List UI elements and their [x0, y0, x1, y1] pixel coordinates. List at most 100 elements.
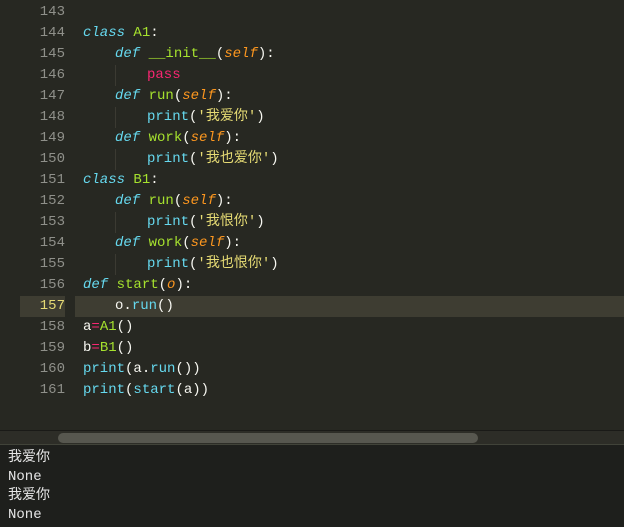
token-kw: def: [83, 277, 108, 293]
token-pn: :: [150, 25, 158, 41]
token-kw: def: [115, 193, 140, 209]
token-fn: run: [149, 88, 174, 104]
token-call: print: [83, 382, 125, 398]
token-str: '我也爱你': [197, 151, 270, 167]
token-fn: work: [149, 130, 183, 146]
code-line[interactable]: def run(self):: [75, 86, 624, 107]
token-pn: :: [224, 88, 232, 104]
line-number: 143: [20, 2, 65, 23]
line-number: 149: [20, 128, 65, 149]
token-call: start: [133, 382, 175, 398]
token-pn: ): [216, 88, 224, 104]
token-cls: B1: [133, 172, 150, 188]
line-number: 156: [20, 275, 65, 296]
code-line[interactable]: def work(self):: [75, 233, 624, 254]
code-line[interactable]: print('我爱你'): [75, 107, 624, 128]
code-line[interactable]: def start(o):: [75, 275, 624, 296]
token-fn: work: [149, 235, 183, 251]
token-op: =: [91, 340, 99, 356]
line-number: 155: [20, 254, 65, 275]
token-str: '我也恨你': [197, 256, 270, 272]
token-pn: (: [117, 340, 125, 356]
output-line: None: [8, 506, 616, 525]
token-str: '我爱你': [197, 109, 256, 125]
line-number: 153: [20, 212, 65, 233]
token-prm: self: [191, 130, 225, 146]
token-pn: [140, 235, 148, 251]
line-number: 152: [20, 191, 65, 212]
token-pn: ): [175, 277, 183, 293]
token-kw: def: [115, 130, 140, 146]
build-output-panel[interactable]: 我爱你None我爱你None[Finished in 0.2s]: [0, 444, 624, 527]
line-number: 154: [20, 233, 65, 254]
horizontal-scrollbar-thumb[interactable]: [58, 433, 478, 443]
token-pn: ): [216, 193, 224, 209]
token-dot: .: [123, 298, 131, 314]
code-line[interactable]: print('我也恨你'): [75, 254, 624, 275]
code-line[interactable]: class B1:: [75, 170, 624, 191]
line-number: 161: [20, 380, 65, 401]
token-pn: ): [192, 361, 200, 377]
token-pn: [140, 46, 148, 62]
output-line: 我爱你: [8, 487, 616, 506]
token-pn: [140, 130, 148, 146]
code-line[interactable]: print(start(a)): [75, 380, 624, 401]
line-number: 144: [20, 23, 65, 44]
token-pn: ): [224, 235, 232, 251]
token-kw: def: [115, 235, 140, 251]
token-pn: :: [266, 46, 274, 62]
token-id: a: [133, 361, 141, 377]
token-pn: :: [150, 172, 158, 188]
token-pn: [108, 277, 116, 293]
line-number: 148: [20, 107, 65, 128]
code-line[interactable]: class A1:: [75, 23, 624, 44]
token-pn: (: [174, 88, 182, 104]
token-fn: run: [149, 193, 174, 209]
horizontal-scrollbar[interactable]: [0, 430, 624, 444]
token-pn: [140, 193, 148, 209]
line-number: 158: [20, 317, 65, 338]
code-line[interactable]: print('我也爱你'): [75, 149, 624, 170]
token-pn: :: [224, 193, 232, 209]
token-kw: def: [115, 88, 140, 104]
code-line[interactable]: b=B1(): [75, 338, 624, 359]
token-fn: __init__: [149, 46, 216, 62]
token-pn: ): [165, 298, 173, 314]
token-cls: A1: [133, 25, 150, 41]
token-call: print: [147, 214, 189, 230]
token-kw: def: [115, 46, 140, 62]
code-line[interactable]: pass: [75, 65, 624, 86]
line-number-gutter: 1431441451461471481491501511521531541551…: [20, 0, 75, 430]
line-number: 160: [20, 359, 65, 380]
token-pn: :: [233, 235, 241, 251]
line-number: 159: [20, 338, 65, 359]
code-line[interactable]: def run(self):: [75, 191, 624, 212]
line-number: 157: [20, 296, 65, 317]
token-cls: A1: [100, 319, 117, 335]
output-line: None: [8, 468, 616, 487]
token-pn: (: [175, 382, 183, 398]
token-pn: [140, 88, 148, 104]
code-line[interactable]: a=A1(): [75, 317, 624, 338]
token-call: print: [147, 256, 189, 272]
editor-pane[interactable]: 1431441451461471481491501511521531541551…: [0, 0, 624, 430]
line-number: 151: [20, 170, 65, 191]
code-area[interactable]: class A1:def __init__(self):passdef run(…: [75, 0, 624, 430]
code-line[interactable]: print('我恨你'): [75, 212, 624, 233]
line-number: 145: [20, 44, 65, 65]
code-line[interactable]: def __init__(self):: [75, 44, 624, 65]
token-pn: ): [270, 151, 278, 167]
token-pn: ): [192, 382, 200, 398]
code-line[interactable]: def work(self):: [75, 128, 624, 149]
token-pn: ): [256, 214, 264, 230]
code-line[interactable]: [75, 2, 624, 23]
token-call: run: [132, 298, 157, 314]
token-pn: (: [175, 361, 183, 377]
token-dot: .: [142, 361, 150, 377]
code-line[interactable]: o.run(): [75, 296, 624, 317]
code-line[interactable]: print(a.run()): [75, 359, 624, 380]
output-line: 我爱你: [8, 449, 616, 468]
token-prm: self: [182, 193, 216, 209]
token-pn: (: [182, 235, 190, 251]
token-pn: ): [256, 109, 264, 125]
